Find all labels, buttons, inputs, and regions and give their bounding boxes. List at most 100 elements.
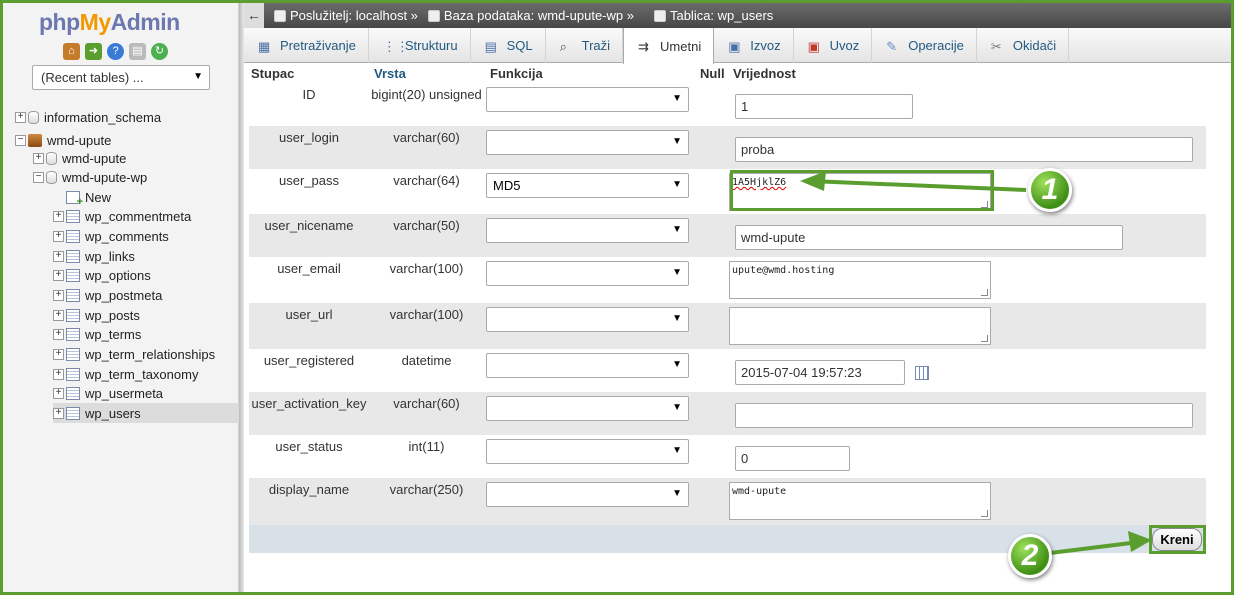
expand-icon[interactable]: + — [53, 250, 64, 262]
tree-item-wp-terms[interactable]: + wp_terms — [53, 324, 141, 344]
tree-item-wp-comments[interactable]: + wp_comments — [53, 226, 169, 246]
expand-icon[interactable]: + — [53, 230, 64, 242]
function-select[interactable]: ▼ — [486, 353, 689, 378]
function-select[interactable]: ▼ — [486, 87, 689, 112]
tree-item-label: New — [85, 189, 112, 205]
table-icon — [66, 249, 80, 263]
help-icon[interactable]: ? — [107, 43, 124, 60]
table-icon — [66, 367, 80, 381]
tree-item-wmd-upute-wp[interactable]: − wmd-upute-wp — [33, 167, 147, 187]
tree-item-label: wp_options — [85, 267, 151, 283]
expand-icon[interactable]: + — [53, 269, 64, 281]
annotation-badge-1: 1 — [1028, 168, 1072, 212]
expand-icon[interactable]: + — [33, 152, 44, 164]
tree-item-wp-term-taxonomy[interactable]: + wp_term_taxonomy — [53, 364, 198, 384]
expand-icon[interactable]: + — [53, 309, 64, 321]
table-row: user_email varchar(100) ▼ upute@wmd.hosting — [249, 257, 1206, 303]
tree-item-wp-postmeta[interactable]: + wp_postmeta — [53, 285, 162, 305]
expand-icon[interactable]: + — [53, 348, 64, 360]
tab-label: Izvoz — [750, 38, 781, 53]
value-input[interactable]: proba — [735, 137, 1193, 162]
reload-icon[interactable]: ↻ — [151, 43, 168, 60]
tab-okidači[interactable]: ✂ Okidači — [977, 28, 1070, 63]
password-highlight-box — [730, 170, 994, 211]
tab-operacije[interactable]: ✎ Operacije — [872, 28, 977, 63]
tab-label: Strukturu — [404, 38, 458, 53]
breadcrumb-server[interactable]: Poslužitelj: localhost » — [274, 8, 418, 23]
tree-item-wmd-upute[interactable]: − wmd-upute — [15, 130, 111, 150]
tree-item-New[interactable]: New — [53, 187, 112, 208]
tree-item-wp-options[interactable]: + wp_options — [53, 265, 151, 285]
expand-icon[interactable]: + — [15, 111, 26, 123]
database-icon — [46, 170, 57, 184]
expand-icon[interactable]: + — [53, 368, 64, 380]
phpmyadmin-logo[interactable]: phpMyAdmin — [39, 9, 180, 36]
logo-php: php — [39, 9, 80, 35]
value-input[interactable]: wmd-upute — [735, 225, 1123, 250]
back-arrow-icon[interactable]: ← — [244, 3, 264, 28]
value-input[interactable] — [735, 403, 1193, 428]
expand-icon[interactable]: + — [53, 387, 64, 399]
tree-item-wp-posts[interactable]: + wp_posts — [53, 305, 140, 325]
server-icon — [274, 9, 286, 22]
function-select[interactable]: MD5 ▼ — [486, 173, 689, 198]
tree-item-label: wp_terms — [85, 326, 142, 342]
collapse-icon[interactable]: − — [15, 134, 26, 146]
tree-item-label: wp_term_relationships — [85, 346, 216, 362]
breadcrumb-database[interactable]: Baza podataka: wmd-upute-wp » — [427, 8, 634, 23]
navigation-sidebar: phpMyAdmin ⌂ ➜ ? ▤ ↻ (Recent tables) ...… — [3, 3, 239, 592]
value-textarea[interactable]: upute@wmd.hosting — [729, 261, 991, 299]
function-select[interactable]: ▼ — [486, 218, 689, 243]
tab-pretraživanje[interactable]: ▦ Pretraživanje — [244, 28, 369, 63]
collapse-icon[interactable]: − — [33, 171, 44, 183]
tab-strukturu[interactable]: ⋮⋮ Strukturu — [369, 28, 471, 63]
tree-item-label: wp_term_taxonomy — [85, 366, 199, 382]
tree-item-label: wp_usermeta — [85, 385, 164, 401]
docs-icon[interactable]: ▤ — [129, 43, 146, 60]
row-column-name: user_status — [275, 439, 343, 454]
tree-item-information-schema[interactable]: + information_schema — [15, 107, 161, 127]
tree-item-wp-users[interactable]: + wp_users — [53, 403, 239, 423]
expand-icon[interactable]: + — [53, 210, 64, 222]
function-select[interactable]: ▼ — [486, 396, 689, 421]
function-select[interactable]: ▼ — [486, 261, 689, 286]
function-select[interactable]: ▼ — [486, 482, 689, 507]
value-textarea[interactable] — [729, 307, 991, 345]
home-icon[interactable]: ⌂ — [63, 43, 80, 60]
tree-item-wp-usermeta[interactable]: + wp_usermeta — [53, 383, 163, 403]
breadcrumb-table[interactable]: Tablica: wp_users — [653, 8, 773, 23]
expand-icon[interactable]: + — [53, 407, 64, 419]
table-icon — [653, 9, 666, 22]
tree-item-wmd-upute[interactable]: + wmd-upute — [33, 148, 126, 168]
tree-item-wp-term-relationships[interactable]: + wp_term_relationships — [53, 344, 215, 364]
tree-item-wp-commentmeta[interactable]: + wp_commentmeta — [53, 206, 191, 226]
expand-icon[interactable]: + — [53, 328, 64, 340]
tab-sql[interactable]: ▤ SQL — [471, 28, 546, 63]
tab-umetni[interactable]: ⇉ Umetni — [623, 28, 715, 64]
recent-tables-select[interactable]: (Recent tables) ... ▼ — [32, 65, 210, 90]
database-icon — [28, 110, 39, 124]
header-value: Vrijednost — [733, 66, 796, 81]
value-input[interactable]: 0 — [735, 446, 850, 471]
function-select[interactable]: ▼ — [486, 439, 689, 464]
tab-label: Pretraživanje — [280, 38, 356, 53]
tab-traži[interactable]: ⌕ Traži — [546, 28, 624, 63]
table-icon — [66, 268, 80, 282]
tab-izvoz[interactable]: ▣ Izvoz — [714, 28, 794, 63]
tab-uvoz[interactable]: ▣ Uvoz — [794, 28, 873, 63]
row-column-name: user_pass — [279, 173, 339, 188]
value-textarea[interactable]: wmd-upute — [729, 482, 991, 520]
tree-item-label: wp_posts — [85, 307, 140, 323]
table-row: user_url varchar(100) ▼ — [249, 303, 1206, 349]
value-input[interactable]: 2015-07-04 19:57:23 — [735, 360, 905, 385]
logout-icon[interactable]: ➜ — [85, 43, 102, 60]
tab-label: Traži — [581, 38, 611, 53]
value-input[interactable]: 1 — [735, 94, 913, 119]
function-select[interactable]: ▼ — [486, 307, 689, 332]
table-icon — [66, 406, 80, 420]
tree-item-wp-links[interactable]: + wp_links — [53, 246, 135, 266]
function-select[interactable]: ▼ — [486, 130, 689, 155]
triggers-icon: ✂ — [990, 38, 1002, 54]
calendar-icon[interactable] — [915, 366, 929, 380]
expand-icon[interactable]: + — [53, 289, 64, 301]
